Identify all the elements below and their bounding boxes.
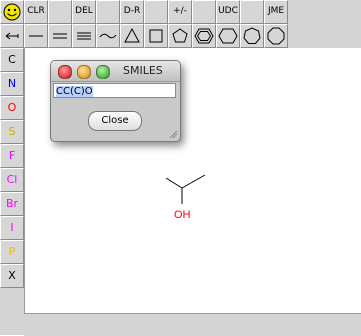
octagon-ring-button[interactable] xyxy=(264,24,288,48)
atom-p-button[interactable]: P xyxy=(0,240,24,264)
toolbar-blank-3[interactable] xyxy=(144,0,168,24)
atom-c-button[interactable]: C xyxy=(0,48,24,72)
close-window-icon[interactable] xyxy=(58,65,72,79)
benzene-ring-button[interactable] xyxy=(192,24,216,48)
triple-bond-icon xyxy=(77,32,91,40)
hexagon-icon xyxy=(218,28,238,44)
top-toolbar: CLR DEL D-R +/- UDC JME xyxy=(0,0,361,24)
dialog-title: SMILES xyxy=(123,64,163,77)
jme-editor: CLR DEL D-R +/- UDC JME C N O S F Cl Br … xyxy=(0,0,361,336)
charge-button[interactable]: +/- xyxy=(168,0,192,24)
atom-cl-button[interactable]: Cl xyxy=(0,168,24,192)
resize-grip-icon[interactable] xyxy=(168,129,178,139)
double-bond-button[interactable] xyxy=(48,24,72,48)
atom-br-button[interactable]: Br xyxy=(0,192,24,216)
toolbar-blank-4[interactable] xyxy=(192,0,216,24)
arrow-button[interactable] xyxy=(0,24,24,48)
bond-left xyxy=(165,177,183,189)
atom-i-button[interactable]: I xyxy=(0,216,24,240)
triangle-icon xyxy=(124,27,140,43)
smiley-icon xyxy=(3,3,21,21)
double-bond-icon xyxy=(53,33,67,39)
smiles-dialog: SMILES CC(C)O Close xyxy=(50,60,181,142)
dr-button[interactable]: D-R xyxy=(120,0,144,24)
jme-button[interactable]: JME xyxy=(264,0,288,24)
bond-right xyxy=(181,174,206,189)
arrow-icon xyxy=(5,32,19,40)
pentagon-icon xyxy=(172,28,188,43)
atom-s-button[interactable]: S xyxy=(0,120,24,144)
atom-o-button[interactable]: O xyxy=(0,96,24,120)
minimize-window-icon[interactable] xyxy=(77,65,91,79)
atom-x-button[interactable]: X xyxy=(0,264,24,288)
del-button[interactable]: DEL xyxy=(72,0,96,24)
hydroxyl-label: OH xyxy=(174,209,191,221)
status-bar xyxy=(24,313,361,336)
dialog-titlebar[interactable]: SMILES xyxy=(51,61,180,82)
udc-button[interactable]: UDC xyxy=(216,0,240,24)
smiles-text: CC(C)O xyxy=(56,86,93,97)
palette-filler xyxy=(0,288,24,335)
clr-button[interactable]: CLR xyxy=(24,0,48,24)
benzene-icon xyxy=(194,28,214,44)
atom-f-button[interactable]: F xyxy=(0,144,24,168)
hexagon-ring-button[interactable] xyxy=(216,24,240,48)
triangle-ring-button[interactable] xyxy=(120,24,144,48)
single-bond-icon xyxy=(29,35,43,37)
square-ring-button[interactable] xyxy=(144,24,168,48)
octagon-icon xyxy=(267,27,285,45)
square-icon xyxy=(149,29,163,43)
close-button[interactable]: Close xyxy=(88,111,142,131)
toolbar-blank-1[interactable] xyxy=(48,0,72,24)
toolbar-blank-2[interactable] xyxy=(96,0,120,24)
heptagon-icon xyxy=(243,27,261,44)
zoom-window-icon[interactable] xyxy=(96,65,110,79)
smiles-output-field[interactable]: CC(C)O xyxy=(53,83,176,98)
single-bond-button[interactable] xyxy=(24,24,48,48)
shape-toolbar xyxy=(0,24,289,48)
chain-button[interactable] xyxy=(96,24,120,48)
atom-n-button[interactable]: N xyxy=(0,72,24,96)
heptagon-ring-button[interactable] xyxy=(240,24,264,48)
pentagon-ring-button[interactable] xyxy=(168,24,192,48)
triple-bond-button[interactable] xyxy=(72,24,96,48)
smiley-button[interactable] xyxy=(0,0,24,24)
toolbar-blank-5[interactable] xyxy=(240,0,264,24)
chain-icon xyxy=(99,33,117,39)
